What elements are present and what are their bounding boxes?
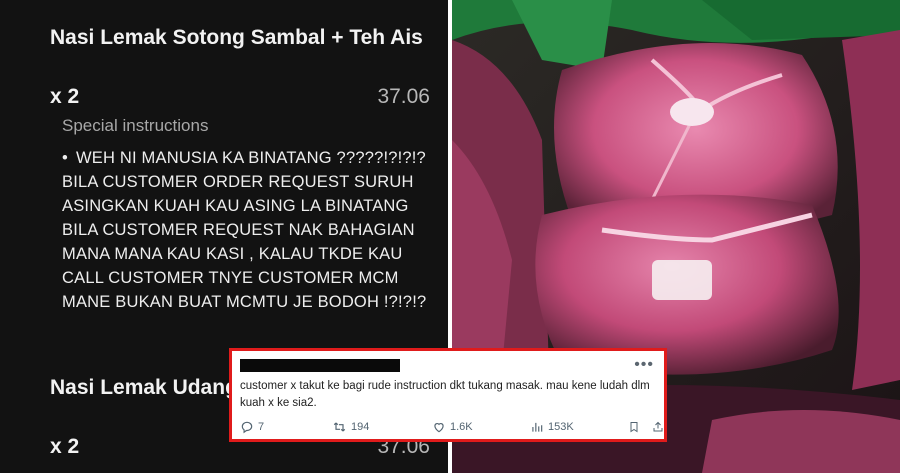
views-icon [532,422,543,432]
repost-button[interactable]: 194 [332,420,369,434]
special-instructions-body: WEH NI MANUSIA KA BINATANG ?????!?!?!? B… [62,149,427,311]
bookmark-icon [630,422,638,433]
reply-button[interactable]: 7 [240,420,264,434]
tweet-actions: 7 194 1.6K 153K [240,420,663,436]
views-button[interactable]: 153K [530,420,574,434]
like-button[interactable]: 1.6K [432,420,473,434]
share-button[interactable] [652,420,664,434]
reply-icon [241,421,253,434]
bookmark-button[interactable] [628,420,640,434]
bullet-icon: • [62,149,68,167]
views-count: 153K [548,421,574,433]
like-count: 1.6K [450,421,473,433]
order-item-title: Nasi Lemak Sotong Sambal + Teh Ais [50,26,423,49]
more-icon[interactable]: ••• [634,356,654,374]
tweet-text: customer x takut ke bagi rude instructio… [240,380,650,409]
reply-count: 7 [258,421,265,433]
repost-icon [333,422,346,432]
order-item-quantity-2: x 2 [50,435,80,458]
redacted-username-bar [240,359,400,372]
heart-icon [434,423,444,433]
special-instructions-text: • WEH NI MANUSIA KA BINATANG ?????!?!?!? … [62,146,436,314]
repost-count: 194 [351,421,370,433]
special-instructions-label: Special instructions [62,116,209,135]
share-icon [653,421,663,432]
tweet-card[interactable]: ••• customer x takut ke bagi rude instru… [229,348,667,442]
order-item-quantity: x 2 [50,85,80,108]
order-item-price: 37.06 [377,85,430,108]
